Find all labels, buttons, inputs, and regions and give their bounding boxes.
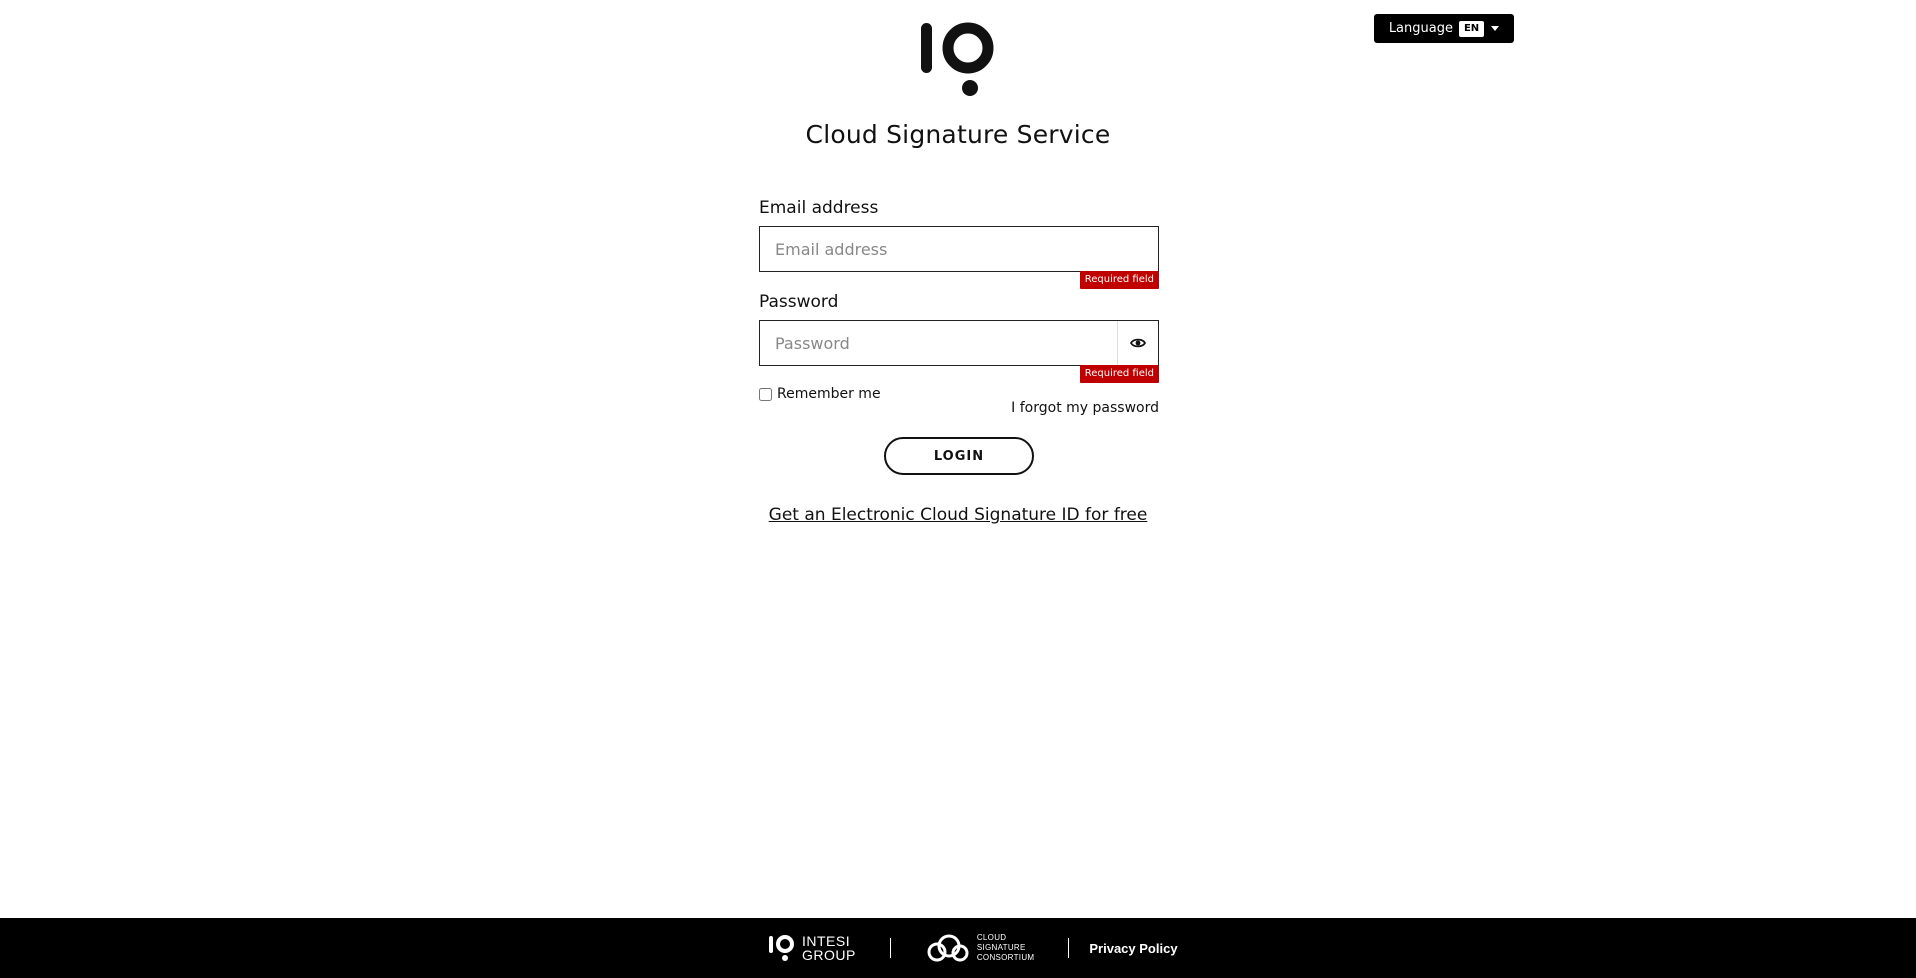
password-error-row: Required field <box>759 365 1159 385</box>
login-options: Remember me I forgot my password <box>759 385 1159 427</box>
email-field[interactable] <box>760 227 1158 271</box>
page-title: Cloud Signature Service <box>805 120 1111 149</box>
footer-divider <box>889 938 891 958</box>
intesi-line1: INTESI <box>802 933 851 949</box>
footer: INTESI GROUP CLOUD SIGNATURE CONSORTIUM <box>0 918 1916 978</box>
language-dropdown-button[interactable]: Language EN <box>1374 14 1514 43</box>
csc-line1: CLOUD <box>976 933 1007 942</box>
forgot-password-link[interactable]: I forgot my password <box>1011 400 1159 416</box>
csc-line2: SIGNATURE <box>976 943 1026 952</box>
cloud-signature-consortium-logo: CLOUD SIGNATURE CONSORTIUM <box>925 932 1035 964</box>
email-label: Email address <box>759 198 879 218</box>
login-page: Language EN Cloud Signature Service Emai… <box>0 0 1916 978</box>
email-field-wrapper <box>759 226 1159 272</box>
chevron-down-icon <box>1491 26 1500 31</box>
intesi-io-icon <box>769 935 794 961</box>
footer-divider-2 <box>1068 938 1070 958</box>
password-field-wrapper <box>759 320 1159 366</box>
password-label: Password <box>759 292 839 312</box>
get-signature-id-link[interactable]: Get an Electronic Cloud Signature ID for… <box>769 505 1148 525</box>
io-logo-icon <box>921 22 994 96</box>
cloud-icon <box>927 934 969 962</box>
email-required-badge: Required field <box>1079 271 1159 289</box>
csc-line3: CONSORTIUM <box>976 953 1035 962</box>
privacy-policy-link[interactable]: Privacy Policy <box>1089 941 1177 956</box>
remember-me-label: Remember me <box>777 386 881 402</box>
intesi-line2: GROUP <box>802 947 856 963</box>
csc-text: CLOUD SIGNATURE CONSORTIUM <box>977 933 1035 963</box>
show-password-toggle[interactable] <box>1117 321 1158 365</box>
intesi-text: INTESI GROUP <box>802 934 856 962</box>
password-field[interactable] <box>760 321 1158 365</box>
password-required-badge: Required field <box>1079 365 1159 383</box>
language-label: Language <box>1388 21 1453 36</box>
login-button[interactable]: LOGIN <box>884 437 1034 475</box>
footer-content: INTESI GROUP CLOUD SIGNATURE CONSORTIUM <box>768 918 1178 978</box>
get-id-container: Get an Electronic Cloud Signature ID for… <box>0 505 1916 525</box>
remember-me-checkbox[interactable] <box>759 387 772 401</box>
language-code-badge: EN <box>1458 20 1485 37</box>
intesi-group-logo: INTESI GROUP <box>768 918 856 978</box>
remember-me[interactable]: Remember me <box>759 386 881 402</box>
login-form: Email address Required field Password Re… <box>759 197 1159 427</box>
email-error-row: Required field <box>759 271 1159 291</box>
eye-icon <box>1130 338 1146 348</box>
